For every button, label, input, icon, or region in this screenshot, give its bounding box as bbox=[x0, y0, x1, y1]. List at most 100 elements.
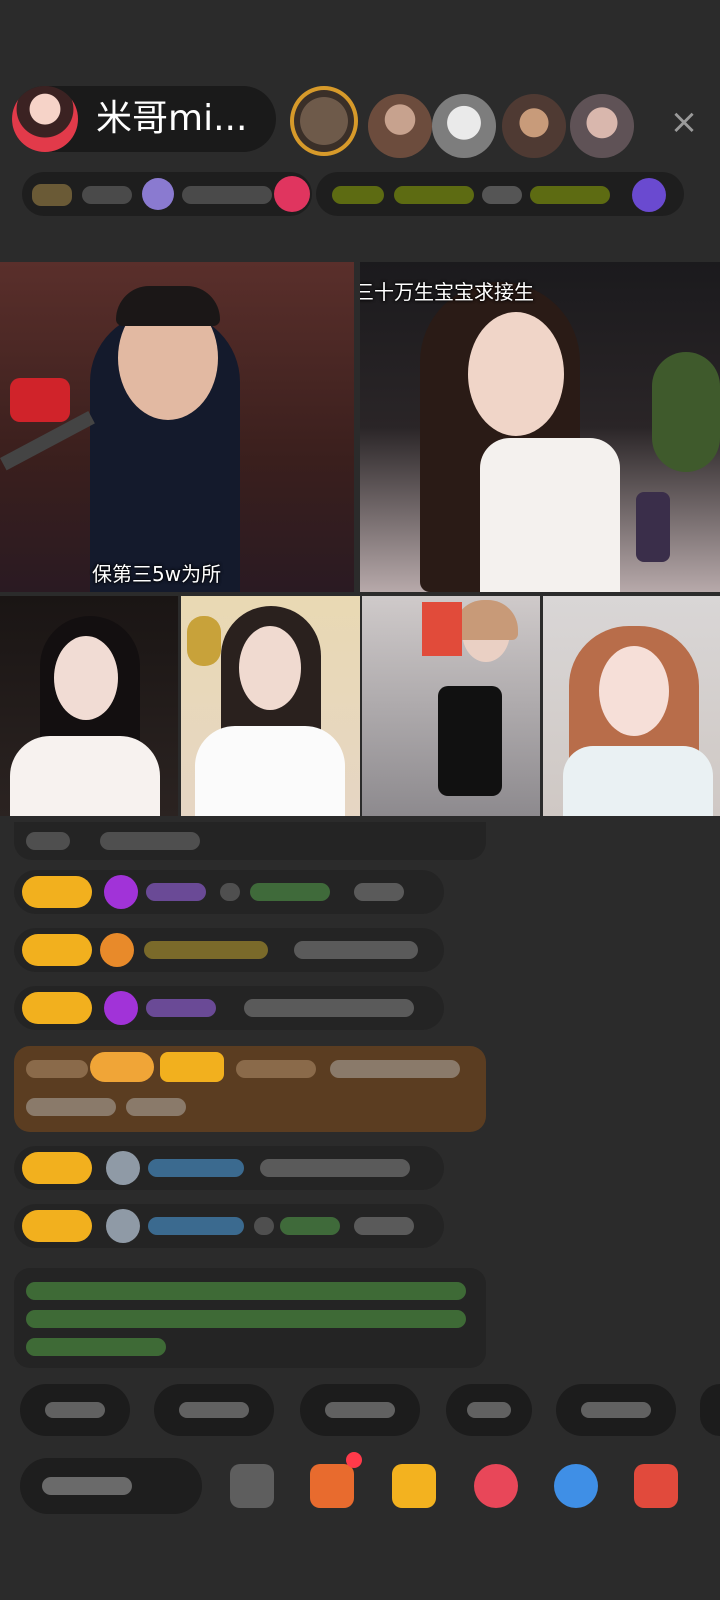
chat-message-2[interactable] bbox=[14, 928, 444, 972]
chat-username bbox=[146, 883, 206, 901]
chat-text bbox=[294, 941, 418, 959]
chat-text bbox=[254, 1217, 274, 1235]
task-text-2 bbox=[394, 186, 474, 204]
person-dress bbox=[438, 686, 502, 796]
notice-line-2 bbox=[26, 1310, 466, 1328]
quick-reply-2[interactable] bbox=[154, 1384, 274, 1436]
wall-poster bbox=[422, 602, 462, 656]
video-tile-guest-4[interactable] bbox=[362, 596, 540, 816]
quick-reply-4[interactable] bbox=[446, 1384, 532, 1436]
fan-badge-icon bbox=[100, 933, 134, 967]
more-icon[interactable] bbox=[634, 1464, 678, 1508]
link-icon[interactable] bbox=[554, 1464, 598, 1508]
quick-reply-1[interactable] bbox=[20, 1384, 130, 1436]
shopping-icon[interactable] bbox=[310, 1464, 354, 1508]
host-avatar[interactable] bbox=[12, 86, 78, 152]
chat-message-4[interactable] bbox=[14, 1146, 444, 1190]
chat-username bbox=[148, 1217, 244, 1235]
notice-line-3 bbox=[26, 1338, 166, 1356]
person-head bbox=[468, 312, 564, 436]
video-tile-guest-5[interactable] bbox=[543, 596, 720, 816]
chat-text bbox=[244, 999, 414, 1017]
diamond-icon bbox=[104, 991, 138, 1025]
chat-text bbox=[260, 1159, 410, 1177]
chat-message-5[interactable] bbox=[14, 1204, 444, 1248]
chat-text bbox=[354, 1217, 414, 1235]
user-avatar bbox=[106, 1209, 140, 1243]
top-viewer-avatar-1[interactable] bbox=[290, 86, 358, 156]
gift-highlight-message[interactable] bbox=[14, 1046, 486, 1132]
person-hair bbox=[116, 286, 220, 326]
red-object bbox=[10, 378, 70, 422]
quick-reply-3[interactable] bbox=[300, 1384, 420, 1436]
fan-club-text bbox=[182, 186, 272, 204]
person-head bbox=[54, 636, 118, 720]
chat-mention bbox=[280, 1217, 340, 1235]
gift-badge bbox=[90, 1052, 154, 1082]
chat-message-0[interactable] bbox=[14, 822, 486, 860]
system-notice-message bbox=[14, 1268, 486, 1368]
level-badge bbox=[22, 1210, 92, 1242]
chat-message-3[interactable] bbox=[14, 986, 444, 1030]
top-viewer-avatar-5[interactable] bbox=[570, 94, 634, 158]
chat-mention bbox=[250, 883, 330, 901]
person-top bbox=[195, 726, 345, 816]
chat-username bbox=[148, 1159, 244, 1177]
rank-badge bbox=[32, 184, 72, 206]
chat-username bbox=[144, 941, 268, 959]
video-tile-guest-1[interactable]: 三十万生宝宝求接生 bbox=[360, 262, 720, 592]
person-top bbox=[480, 438, 620, 592]
chat-username bbox=[146, 999, 216, 1017]
hot-icon bbox=[274, 176, 310, 212]
level-badge bbox=[22, 876, 92, 908]
diamond-icon bbox=[104, 875, 138, 909]
plant bbox=[652, 352, 720, 472]
level-badge bbox=[22, 934, 92, 966]
flower bbox=[187, 616, 221, 666]
chat-text bbox=[100, 832, 200, 850]
rank-info-pill[interactable] bbox=[22, 172, 312, 216]
highlight-text bbox=[330, 1060, 460, 1078]
task-banner-pill[interactable] bbox=[316, 172, 684, 216]
chat-name bbox=[26, 832, 70, 850]
highlight-username bbox=[236, 1060, 316, 1078]
wishlist-icon[interactable] bbox=[392, 1464, 436, 1508]
video-tile-guest-2[interactable] bbox=[0, 596, 178, 816]
user-avatar bbox=[106, 1151, 140, 1185]
host-name: 米哥mi... bbox=[96, 98, 248, 139]
chat-message-1[interactable] bbox=[14, 870, 444, 914]
level-badge bbox=[22, 992, 92, 1024]
task-text-3 bbox=[482, 186, 522, 204]
top-viewer-avatar-3[interactable] bbox=[432, 94, 496, 158]
person-head bbox=[599, 646, 669, 736]
host-info-pill[interactable]: 米哥mi... bbox=[12, 86, 276, 152]
video-tile-host[interactable]: 保第三5w为所 bbox=[0, 262, 354, 592]
notification-dot bbox=[346, 1452, 362, 1468]
task-text-1 bbox=[332, 186, 384, 204]
comment-input[interactable] bbox=[20, 1458, 202, 1514]
notice-line-1 bbox=[26, 1282, 466, 1300]
chat-text bbox=[354, 883, 404, 901]
studio-microphone bbox=[636, 492, 670, 562]
task-gift-icon bbox=[632, 178, 666, 212]
close-icon[interactable]: × bbox=[662, 100, 706, 144]
level-badge bbox=[160, 1052, 224, 1082]
quick-reply-5[interactable] bbox=[556, 1384, 676, 1436]
level-badge bbox=[22, 1152, 92, 1184]
rank-text bbox=[82, 186, 132, 204]
gift-icon[interactable] bbox=[474, 1464, 518, 1508]
highlight-text bbox=[26, 1060, 88, 1078]
emoji-icon[interactable] bbox=[230, 1464, 274, 1508]
chat-text bbox=[220, 883, 240, 901]
person-hair bbox=[454, 600, 518, 640]
top-viewer-avatar-4[interactable] bbox=[502, 94, 566, 158]
quick-reply-6[interactable] bbox=[700, 1384, 720, 1436]
video-tile-guest-3[interactable] bbox=[181, 596, 360, 816]
person-head bbox=[239, 626, 301, 710]
comment-placeholder bbox=[42, 1477, 132, 1495]
highlight-text bbox=[126, 1098, 186, 1116]
person-top bbox=[563, 746, 713, 816]
video-caption-2: 三十万生宝宝求接生 bbox=[360, 280, 534, 304]
person-top bbox=[10, 736, 160, 816]
top-viewer-avatar-2[interactable] bbox=[368, 94, 432, 158]
